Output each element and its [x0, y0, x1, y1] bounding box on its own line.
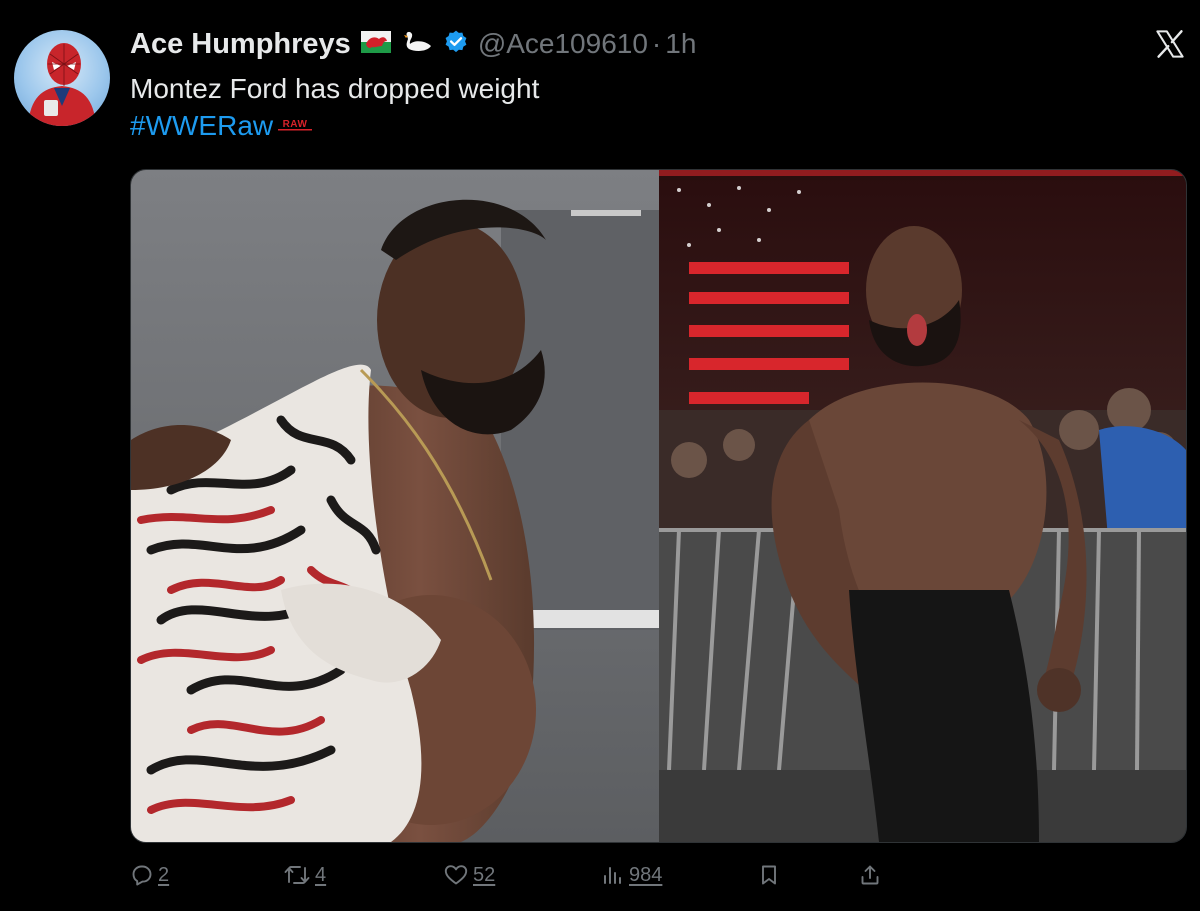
- tweet-timestamp[interactable]: 1h: [665, 28, 696, 60]
- swan-icon: [401, 30, 435, 59]
- wales-flag-icon: [360, 30, 391, 58]
- share-icon: [861, 865, 879, 885]
- tweet-media[interactable]: [130, 169, 1187, 843]
- spiderman-avatar-image: [28, 43, 96, 126]
- tweet-text: Montez Ford has dropped weight: [130, 73, 540, 104]
- views-button[interactable]: 984: [601, 858, 662, 892]
- x-logo-icon[interactable]: [1154, 28, 1186, 60]
- author-avatar[interactable]: [14, 30, 110, 126]
- tweet-header: Ace Humphreys @Ace109610 · 1h: [130, 24, 696, 64]
- bookmark-icon: [762, 865, 776, 885]
- tweet-action-bar: 2 4 52 984: [130, 858, 890, 892]
- reply-icon: [132, 865, 152, 886]
- heart-icon: [444, 865, 468, 885]
- repost-count: 4: [315, 863, 327, 886]
- reply-count: 2: [158, 863, 170, 886]
- tweet-body: Montez Ford has dropped weight #WWERaw R…: [130, 70, 539, 144]
- separator-dot: ·: [651, 28, 662, 59]
- views-chart-icon: [604, 867, 621, 884]
- after-photo[interactable]: [659, 170, 1186, 842]
- before-photo[interactable]: [131, 170, 659, 842]
- repost-icon: [284, 866, 310, 884]
- author-display-name[interactable]: Ace Humphreys: [130, 28, 351, 61]
- verified-badge-icon[interactable]: [443, 29, 469, 60]
- share-button[interactable]: [858, 858, 882, 892]
- reply-button[interactable]: 2: [130, 858, 169, 892]
- raw-logo-text: RAW: [283, 119, 308, 130]
- repost-button[interactable]: 4: [283, 858, 326, 892]
- like-count: 52: [473, 863, 496, 886]
- author-handle[interactable]: @Ace109610: [478, 28, 648, 60]
- hashtag-link[interactable]: #WWERaw: [130, 110, 273, 141]
- views-count: 984: [629, 863, 663, 886]
- raw-logo-emoji: RAW: [275, 106, 316, 143]
- like-button[interactable]: 52: [443, 858, 495, 892]
- bookmark-button[interactable]: [758, 858, 780, 892]
